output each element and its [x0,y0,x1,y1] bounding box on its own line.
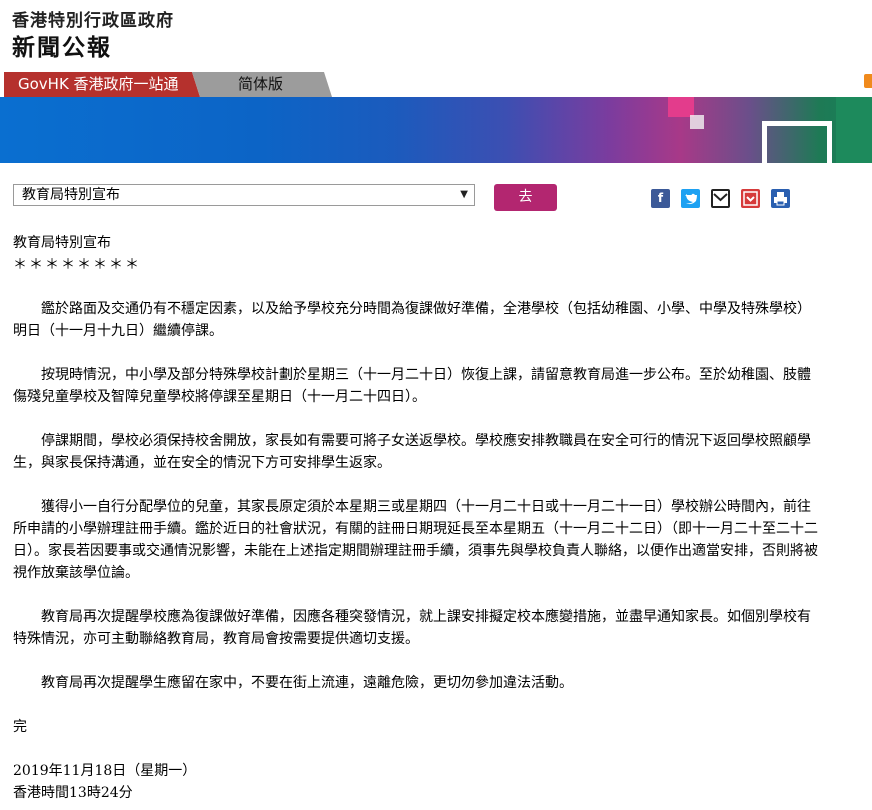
paragraph: 按現時情況，中小學及部分特殊學校計劃於星期三（十一月二十日）恢復上課，請留意教育… [13,367,811,405]
header-banner [0,97,872,163]
site-title: 新聞公報 [12,35,112,61]
press-release-body: 教育局特別宣布 ＊＊＊＊＊＊＊＊ 鑑於路面及交通仍有不穩定因素，以及給予學校充分… [13,232,819,804]
facebook-icon[interactable]: f [651,189,670,208]
paragraph: 教育局再次提醒學生應留在家中，不要在街上流連，遠離危險，更切勿參加違法活動。 [41,675,573,691]
paragraph: 獲得小一自行分配學位的兒童，其家長原定須於本星期三或星期四（十一月二十日或十一月… [13,499,818,581]
banner-decoration [668,97,694,117]
banner-decoration [836,97,872,163]
asterisk-divider: ＊＊＊＊＊＊＊＊ [13,257,141,273]
banner-decoration [762,121,832,163]
end-marker: 完 [13,719,27,735]
top-tab-bar: GovHK 香港政府一站通 简体版 [0,72,872,97]
banner-decoration [690,115,704,129]
paragraph: 停課期間，學校必須保持校舍開放，家長如有需要可將子女送返學校。學校應安排教職員在… [13,433,811,471]
chevron-down-icon: ▼ [460,189,468,200]
go-button[interactable]: 去 [494,184,557,211]
print-icon[interactable] [771,189,790,208]
category-select-value: 教育局特別宣布 [22,187,120,203]
release-time: 香港時間13時24分 [13,785,133,801]
govhk-tab[interactable]: GovHK 香港政府一站通 [4,72,200,97]
twitter-icon[interactable] [681,189,700,208]
rss-icon[interactable] [864,74,872,88]
email-icon[interactable] [711,189,730,208]
simplified-chinese-tab[interactable]: 简体版 [192,72,332,97]
paragraph: 教育局再次提醒學校應為復課做好準備，因應各種突發情況，就上課安排擬定校本應變措施… [13,609,811,647]
category-select[interactable]: 教育局特別宣布 ▼ [13,184,475,206]
release-date: 2019年11月18日（星期一） [13,763,197,779]
paragraph: 鑑於路面及交通仍有不穩定因素，以及給予學校充分時間為復課做好準備，全港學校（包括… [13,301,811,339]
save-icon[interactable] [741,189,760,208]
press-title: 教育局特別宣布 [13,235,111,251]
